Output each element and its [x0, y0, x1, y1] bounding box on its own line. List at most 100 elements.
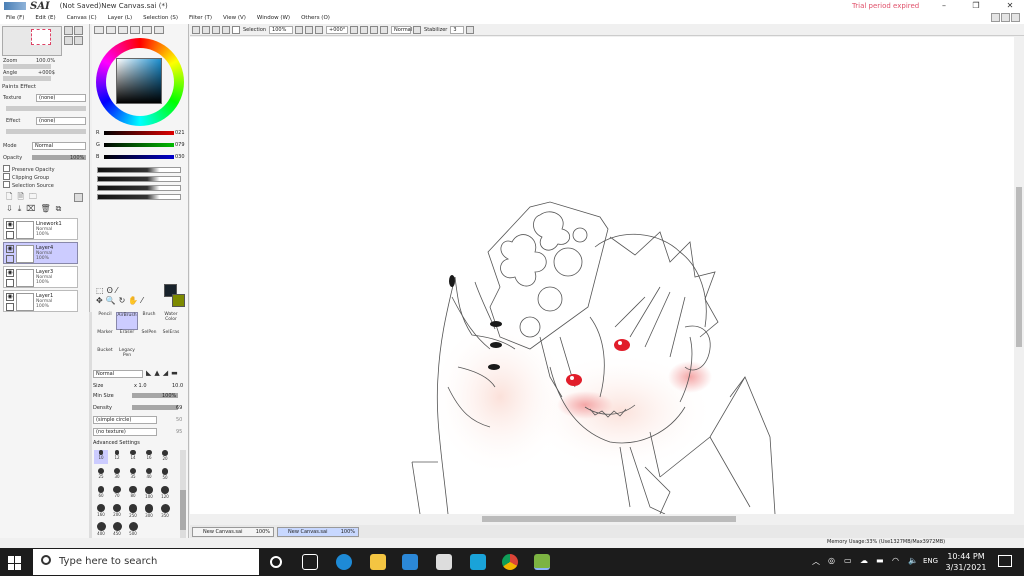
menu-others[interactable]: Others (O) — [301, 15, 330, 21]
layer-item[interactable]: ◉ Linework1 Normal 100% — [3, 218, 78, 240]
blend-mode-select[interactable]: Normal — [32, 142, 86, 150]
menu-filter[interactable]: Filter (T) — [189, 15, 212, 21]
rotate-ccw-button[interactable] — [350, 25, 359, 34]
menu-selection[interactable]: Selection (S) — [143, 15, 178, 21]
brush-size-preset[interactable]: 12 — [110, 450, 124, 464]
selection-source-checkbox[interactable]: Selection Source — [3, 181, 54, 189]
zoom-in-button[interactable] — [74, 26, 83, 35]
preserve-opacity-checkbox[interactable]: Preserve Opacity — [3, 165, 55, 173]
shape-flat-icon[interactable]: ▬ — [171, 369, 178, 377]
angle-slider[interactable] — [3, 76, 51, 81]
blend-field[interactable]: Normal — [391, 25, 412, 34]
color-swatch-bar[interactable] — [97, 167, 181, 173]
color-wheel-tab[interactable] — [94, 26, 104, 34]
tray-volume-icon[interactable]: 🔈 — [908, 556, 918, 565]
navigator-viewport[interactable] — [31, 29, 51, 45]
deselect-button[interactable] — [212, 25, 220, 34]
tray-app-icon[interactable]: ◎ — [828, 556, 835, 565]
brush-size-preset[interactable]: 25 — [94, 468, 108, 482]
color-swatch-bar[interactable] — [97, 194, 181, 200]
menu-file[interactable]: File (F) — [6, 15, 24, 21]
r-slider[interactable] — [104, 131, 174, 135]
advanced-settings-toggle[interactable]: Advanced Settings — [93, 440, 140, 446]
edge-icon[interactable] — [336, 554, 352, 570]
brush-seleras[interactable]: SelEras — [160, 330, 182, 348]
size-multiplier[interactable]: x 1.0 — [134, 383, 147, 389]
brush-legacy-pen[interactable]: Legacy Pen — [116, 348, 138, 366]
menu-window[interactable]: Window (W) — [257, 15, 290, 21]
brush-texture-select[interactable]: (no texture) — [93, 428, 157, 436]
rect-select-icon[interactable]: ⬚ — [96, 286, 104, 295]
brush-size-scrollbar[interactable] — [180, 450, 186, 540]
brush-size-preset[interactable]: 35 — [126, 468, 140, 482]
stabilizer-dropdown[interactable] — [466, 25, 475, 34]
tray-chevron-icon[interactable]: ︿ — [812, 556, 820, 567]
scrollbar-thumb[interactable] — [180, 490, 186, 530]
effect-width-slider[interactable] — [6, 129, 86, 134]
brush-marker[interactable]: Marker — [94, 330, 116, 348]
magic-wand-icon[interactable]: ⁄ — [116, 286, 117, 295]
document-tab[interactable]: New Canvas.sai 100% — [192, 527, 274, 537]
eye-icon[interactable]: ◉ — [6, 293, 14, 301]
blend-dropdown[interactable] — [413, 25, 422, 34]
taskbar-clock[interactable]: 10:44 PM 3/31/2021 — [942, 551, 990, 573]
g-slider[interactable] — [104, 143, 174, 147]
density-slider[interactable] — [132, 405, 178, 410]
layer-item-selected[interactable]: ◉ Layer4 Normal 100% — [3, 242, 78, 264]
lock-icon[interactable] — [6, 231, 14, 239]
menu-edit[interactable]: Edit (E) — [35, 15, 55, 21]
navigator-preview[interactable] — [2, 26, 62, 56]
zoom-out-btn[interactable] — [305, 25, 314, 34]
layer-item[interactable]: ◉ Layer1 Normal 100% — [3, 290, 78, 312]
brush-size-preset[interactable]: 300 — [142, 504, 156, 518]
brush-size-preset[interactable]: 120 — [158, 486, 172, 500]
reset-rotation-button[interactable] — [370, 25, 379, 34]
scrollbar-thumb[interactable] — [482, 516, 736, 522]
brush-lock-icon[interactable] — [6, 255, 14, 263]
windows-start-icon[interactable] — [8, 556, 22, 570]
move-icon[interactable]: ✥ — [96, 296, 103, 305]
mdi-close-button[interactable] — [1011, 13, 1020, 22]
minimize-button[interactable]: – — [934, 0, 954, 12]
menu-view[interactable]: View (V) — [223, 15, 246, 21]
color-swatch-bar[interactable] — [97, 185, 181, 191]
canvas-vertical-scrollbar[interactable] — [1014, 37, 1024, 514]
mdi-restore-button[interactable] — [1001, 13, 1010, 22]
hsv-slider-tab[interactable] — [118, 26, 128, 34]
brush-selpen[interactable]: SelPen — [138, 330, 160, 348]
texture-select[interactable]: (none) — [36, 94, 86, 102]
brush-size-preset[interactable]: 350 — [158, 504, 172, 518]
zoom-dropdown[interactable] — [295, 25, 304, 34]
texture-scale-slider[interactable] — [6, 106, 86, 111]
brush-size-preset[interactable]: 250 — [126, 504, 140, 518]
mdi-minimize-button[interactable] — [991, 13, 1000, 22]
scrollbar-thumb[interactable] — [1016, 187, 1022, 347]
scratchpad-tab[interactable] — [154, 26, 164, 34]
brush-size-preset[interactable]: 100 — [142, 486, 156, 500]
swatches-tab[interactable] — [142, 26, 152, 34]
brush-size-preset[interactable]: 70 — [110, 486, 124, 500]
shape-hard-icon[interactable]: ◣ — [146, 369, 151, 377]
lasso-icon[interactable]: ʘ — [107, 286, 113, 295]
zoom-slider[interactable] — [3, 64, 51, 69]
lock-icon[interactable] — [6, 303, 14, 311]
taskbar-search-box[interactable]: Type here to search — [33, 549, 259, 575]
background-color[interactable] — [172, 294, 185, 307]
eyedropper-icon[interactable]: ⁄ — [141, 296, 142, 305]
mail-icon[interactable] — [402, 554, 418, 570]
canvas-horizontal-scrollbar[interactable] — [190, 514, 1014, 524]
tray-battery-icon[interactable]: ▬ — [876, 556, 884, 565]
brush-size-preset[interactable]: 30 — [110, 468, 124, 482]
clear-layer-icon[interactable]: ⌧ — [26, 204, 35, 214]
sai-taskbar-icon[interactable] — [534, 554, 550, 570]
language-indicator[interactable]: ENG — [923, 557, 938, 565]
invert-selection-button[interactable] — [222, 25, 230, 34]
zoom-field[interactable]: 100% — [269, 25, 294, 34]
menu-canvas[interactable]: Canvas (C) — [67, 15, 97, 21]
rotate-left-button[interactable] — [64, 36, 73, 45]
layer-item[interactable]: ◉ Layer3 Normal 100% — [3, 266, 78, 288]
b-slider[interactable] — [104, 155, 174, 159]
duplicate-layer-icon[interactable]: ⧉ — [56, 204, 62, 214]
brush-watercolor[interactable]: Water Color — [160, 312, 182, 330]
brush-shape-select[interactable]: (simple circle) — [93, 416, 157, 424]
